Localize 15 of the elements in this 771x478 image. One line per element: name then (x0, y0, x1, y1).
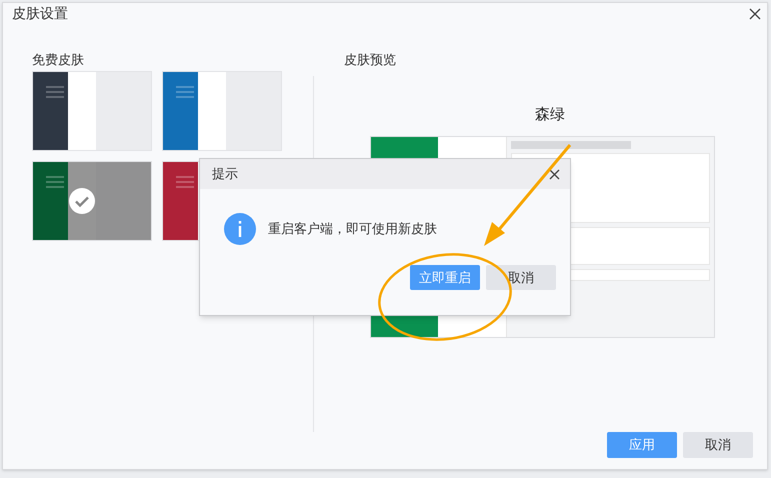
info-icon (224, 213, 256, 245)
cancel-button[interactable]: 取消 (683, 432, 753, 458)
skin-thumbnail[interactable] (32, 161, 152, 241)
section-heading: 皮肤预览 (344, 51, 397, 69)
close-icon[interactable] (549, 168, 560, 180)
close-icon[interactable] (749, 8, 761, 20)
check-icon (69, 188, 95, 214)
skin-name: 森绿 (535, 105, 566, 125)
window-title: 皮肤设置 (12, 4, 68, 23)
cancel-button[interactable]: 取消 (486, 265, 556, 290)
section-heading: 免费皮肤 (32, 51, 85, 69)
dialog-title: 提示 (212, 165, 238, 184)
dialog-message: 重启客户端，即可使用新皮肤 (268, 220, 437, 238)
skin-thumbnail[interactable] (162, 71, 282, 151)
skin-thumbnail[interactable] (32, 71, 152, 151)
